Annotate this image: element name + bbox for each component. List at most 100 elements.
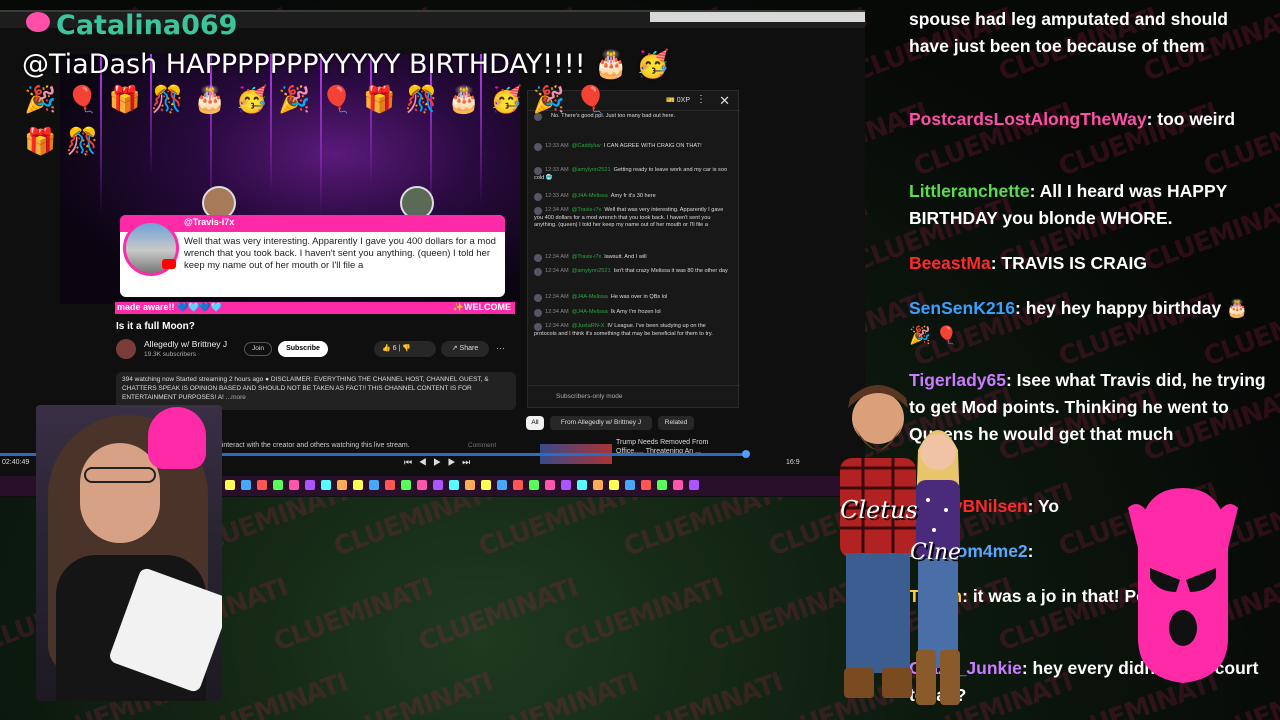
taskbar-app-icon[interactable] [529,480,539,490]
taskbar-app-icon[interactable] [417,480,427,490]
chat-author[interactable]: @amylynn2521 [572,268,611,274]
taskbar-app-icon[interactable] [577,480,587,490]
chat-author[interactable]: @JustaRN-X [572,323,605,329]
live-chat-message: 12:34 AM @J4A-Melissa Ik Amy I'm frozen lo… [534,309,730,317]
description-more-link[interactable]: ...more [226,394,246,401]
chat-message: spouse had leg amputated and should have… [909,9,1228,56]
join-button[interactable]: Join [244,342,272,356]
more-actions-icon[interactable]: ··· [496,343,505,353]
taskbar-app-icon[interactable] [289,480,299,490]
overlay-emoji-row: 🎁🎊 [24,126,109,156]
chat-author[interactable]: @Caddyluv [572,143,601,149]
taskbar-app-icon[interactable] [673,480,683,490]
playback-controls[interactable]: ⏮ ◀ ▶ ▶ ⏭ [404,457,472,468]
chat-line: SenSenK216: hey hey happy birthday 🎂 🎉 🎈 [909,295,1271,349]
chat-timestamp: 12:34 AM [545,207,569,213]
seek-handle[interactable] [742,450,750,458]
chat-username: Littleranchette [909,181,1030,201]
overlay-chat-user: Catalina069 [56,10,238,41]
taskbar-app-icon[interactable] [449,480,459,490]
chip-from-channel[interactable]: From Allegedly w/ Brittney J [550,416,652,430]
taskbar-app-icon[interactable] [657,480,667,490]
taskbar-app-icon[interactable] [513,480,523,490]
chat-author[interactable]: @J4A-Melissa [572,193,608,199]
live-chat-panel: 🎫 0XP ⋮ ✕ No. There's good ppl. Just too… [527,90,740,408]
chip-all[interactable]: All [526,416,544,430]
pink-mask-icon [148,407,206,469]
taskbar-app-icon[interactable] [545,480,555,490]
chat-text: lawsuit. And I will [604,254,647,260]
live-chat-message: 12:33 AM @J4A-Melissa Amy fr it's 30 here [534,193,730,201]
taskbar-app-icon[interactable] [433,480,443,490]
chat-timestamp: 12:34 AM [545,254,569,260]
channel-avatar[interactable] [116,339,136,359]
live-chat-message: 12:33 AM @amylynn2521 Getting ready to lea… [534,167,730,182]
subscribe-button[interactable]: Subscribe [278,341,328,357]
streamer-webcam [36,405,222,701]
taskbar-app-icon[interactable] [273,480,283,490]
chat-author[interactable]: @Travis-i7x [572,207,602,213]
chat-avatar [534,309,542,317]
chat-message: : too weird [1146,109,1236,129]
close-icon[interactable]: ✕ [719,93,730,109]
chat-avatar [534,294,542,302]
live-chat-xp: 🎫 0XP [666,97,690,104]
featured-chat-author: @Travis-i7x [184,217,235,227]
chat-timestamp: 12:33 AM [545,167,569,173]
featured-chat-card: @Travis-i7x Well that was very interesti… [120,215,505,297]
chat-username: SenSenK216 [909,298,1016,318]
taskbar-app-icon[interactable] [625,480,635,490]
taskbar-app-icon[interactable] [401,480,411,490]
share-button[interactable]: ↗ Share [441,341,489,357]
taskbar-app-icon[interactable] [689,480,699,490]
taskbar-app-icon[interactable] [241,480,251,490]
marquee-left-text: made aware!! 💙🩵💙🩵 [117,302,222,312]
aspect-ratio: 16:9 [786,459,800,466]
taskbar-app-icon[interactable] [561,480,571,490]
live-chat-message: 12:33 AM @Caddyluv I CAN AGREE WITH CRAIG … [534,143,730,151]
taskbar-app-icon[interactable] [337,480,347,490]
taskbar-app-icon[interactable] [305,480,315,490]
chat-avatar [534,143,542,151]
chat-timestamp: 12:33 AM [545,143,569,149]
comment-button[interactable]: Comment [468,442,496,449]
taskbar-app-icon[interactable] [497,480,507,490]
taskbar-app-icon[interactable] [465,480,475,490]
chat-text: He was over in QBs lol [610,294,668,300]
chat-avatar [534,193,542,201]
taskbar-app-icon[interactable] [225,480,235,490]
chat-text: Ik Amy I'm frozen lol [610,309,661,315]
taskbar-app-icon[interactable] [609,480,619,490]
taskbar-app-icon[interactable] [641,480,651,490]
chat-timestamp: 12:34 AM [545,294,569,300]
taskbar-app-icon[interactable] [321,480,331,490]
taskbar-app-icon[interactable] [369,480,379,490]
comment-hint: to interact with the creator and others … [214,442,410,449]
webcam-glasses [84,467,156,483]
taskbar-app-icon[interactable] [385,480,395,490]
chat-author[interactable]: @Travis-i7x [572,254,602,260]
live-chat-message: 12:34 AM @Travis-i7x lawsuit. And I will [534,254,730,262]
channel-name[interactable]: Allegedly w/ Brittney J [144,339,227,349]
chat-timestamp: 12:33 AM [545,193,569,199]
taskbar-app-icon[interactable] [481,480,491,490]
chat-author[interactable]: @J4A-Melissa [572,309,608,315]
chat-line: PostcardsLostAlongTheWay: too weird [909,106,1271,133]
chat-message: : TRAVIS IS CRAIG [990,253,1147,273]
like-dislike-button[interactable]: 👍 6 | 👎 [374,341,436,357]
user-badge-icon [26,12,50,32]
chat-author[interactable]: @amylynn2521 [572,167,611,173]
youtube-icon [162,259,176,269]
taskbar-app-icon[interactable] [257,480,267,490]
live-chat-menu-icon[interactable]: ⋮ [696,94,706,105]
video-marquee: made aware!! 💙🩵💙🩵 ✨WELCOME [115,302,515,314]
chat-timestamp: 12:34 AM [545,309,569,315]
chat-username: BeeastMa [909,253,991,273]
featured-chat-text: Well that was very interesting. Apparent… [184,236,496,271]
description-text: 394 watching now Started streaming 2 hou… [122,376,489,401]
chat-username: PostcardsLostAlongTheWay [909,109,1147,129]
taskbar-app-icon[interactable] [353,480,363,490]
taskbar-app-icon[interactable] [593,480,603,490]
chat-author[interactable]: @J4A-Melissa [572,294,608,300]
chip-related[interactable]: Related [658,416,694,430]
